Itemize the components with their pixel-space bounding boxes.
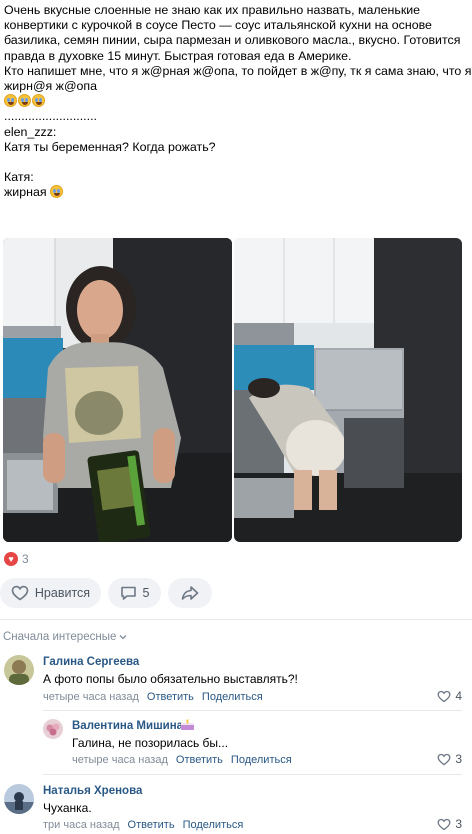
- laughing-emoji-icon: [50, 185, 63, 199]
- reply-author: Катя:: [4, 170, 34, 185]
- avatar-image: [4, 784, 34, 814]
- heart-outline-icon: [437, 818, 451, 830]
- dots-separator: ...........................: [4, 109, 97, 124]
- emoji-row: [4, 94, 466, 109]
- comment-time[interactable]: четыре часа назад: [72, 754, 168, 766]
- quote-author: elen_zzz:: [4, 124, 57, 139]
- post-text: Очень вкусные слоенные не знаю как их пр…: [4, 3, 472, 200]
- share-link[interactable]: Поделиться: [183, 819, 244, 831]
- reactions-count: 3: [22, 552, 29, 566]
- divider: [43, 710, 462, 711]
- avatar-image: [4, 655, 34, 685]
- photo-2-image: [234, 238, 462, 542]
- rofl-emoji-icon: [32, 94, 45, 108]
- share-link[interactable]: Поделиться: [202, 691, 263, 703]
- comment-meta: четыре часа назад Ответить Поделиться: [43, 691, 263, 703]
- divider: [43, 774, 462, 775]
- comments-sort-label: Сначала интересные: [3, 631, 117, 643]
- share-arrow-icon: [181, 586, 199, 600]
- reply-link[interactable]: Ответить: [176, 754, 223, 766]
- divider: [0, 619, 472, 620]
- comment-like[interactable]: 3: [437, 752, 462, 766]
- reply-line: жирная: [4, 185, 466, 200]
- comment-meta: четыре часа назад Ответить Поделиться: [72, 754, 292, 766]
- avatar-image: [43, 719, 63, 739]
- comment-count: 5: [142, 586, 150, 600]
- heart-outline-icon: [11, 585, 29, 601]
- comment-button[interactable]: 5: [108, 578, 161, 608]
- chevron-down-icon: [119, 635, 127, 640]
- post-actions: Нравится 5: [0, 578, 472, 608]
- comment-text: Чуханка.: [43, 801, 92, 815]
- comment-like[interactable]: 4: [437, 689, 462, 703]
- like-button[interactable]: Нравится: [0, 578, 101, 608]
- avatar[interactable]: [43, 719, 63, 739]
- comment-author[interactable]: Галина Сергеева: [43, 656, 139, 668]
- reply-text: жирная: [4, 185, 47, 200]
- comment-like[interactable]: 3: [437, 817, 462, 831]
- avatar[interactable]: [4, 655, 34, 685]
- heart-outline-icon: [437, 753, 451, 765]
- photo-1-image: [3, 238, 232, 542]
- comment-like-count: 4: [455, 689, 462, 703]
- comment-text: Галина, не позорилась бы...: [72, 736, 229, 750]
- post-line: конвертики с курочкой в соусе Песто — со…: [4, 18, 432, 33]
- comment-time[interactable]: три часа назад: [43, 819, 120, 831]
- quote-text: Катя ты беременная? Когда рожать?: [4, 139, 216, 154]
- share-button[interactable]: [168, 578, 212, 608]
- post-line: Кто напишет мне, что я ж@рная ж@опа, то …: [4, 63, 472, 78]
- post-photo-1[interactable]: [3, 238, 232, 542]
- like-label: Нравится: [34, 586, 91, 600]
- rofl-emoji-icon: [18, 94, 31, 108]
- comment-author[interactable]: Наталья Хренова: [43, 785, 142, 797]
- rofl-emoji-icon: [4, 94, 17, 108]
- post-line: жирн@я ж@опа: [4, 79, 98, 94]
- post-photo-2[interactable]: [234, 238, 462, 542]
- heart-outline-icon: [437, 690, 451, 702]
- avatar[interactable]: [4, 784, 34, 814]
- comment-like-count: 3: [455, 752, 462, 766]
- reactions-summary[interactable]: ♥ 3: [4, 552, 29, 566]
- heart-icon: ♥: [4, 552, 18, 566]
- reply-link[interactable]: Ответить: [128, 819, 175, 831]
- comment-icon: [120, 586, 136, 600]
- comments-sort-dropdown[interactable]: Сначала интересные: [3, 631, 127, 643]
- comment-text: А фото попы было обязательно выставлять?…: [43, 672, 298, 686]
- comment-time[interactable]: четыре часа назад: [43, 691, 139, 703]
- reply-link[interactable]: Ответить: [147, 691, 194, 703]
- post-line: Очень вкусные слоенные не знаю как их пр…: [4, 3, 421, 17]
- comment-author[interactable]: Валентина Мишина: [72, 720, 183, 732]
- comment-like-count: 3: [455, 817, 462, 831]
- comment-meta: три часа назад Ответить Поделиться: [43, 819, 243, 831]
- post-line: правда в духовке 15 минут. Быстрая готов…: [4, 48, 352, 63]
- share-link[interactable]: Поделиться: [231, 754, 292, 766]
- post-line: базилика, семян пинии, сыра пармезан и о…: [4, 33, 461, 48]
- cake-emoji-icon: [180, 718, 195, 730]
